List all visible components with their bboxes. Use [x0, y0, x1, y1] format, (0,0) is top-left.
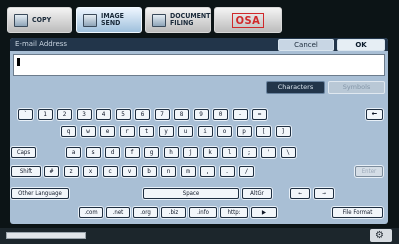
- key-u[interactable]: u: [178, 126, 193, 137]
- on-screen-keyboard: ` 1 2 3 4 5 6 7 8 9 0- = ← q w e r t y u i o p [] Caps a s d f g h j k l;…: [10, 38, 388, 224]
- key-i[interactable]: i: [197, 126, 213, 137]
- tab-osa-label: OSA: [231, 12, 265, 28]
- key-n[interactable]: n: [161, 166, 176, 177]
- more-domains-key[interactable]: ▶: [251, 207, 277, 218]
- key-0[interactable]: 0: [213, 109, 228, 120]
- key-p[interactable]: p: [236, 126, 252, 137]
- key-backslash[interactable]: \: [280, 147, 296, 158]
- key-g[interactable]: g: [144, 147, 159, 158]
- other-language-button[interactable]: Other Language: [11, 188, 69, 199]
- key-f[interactable]: f: [124, 147, 140, 158]
- key-quote[interactable]: ': [261, 147, 276, 158]
- email-address-panel: E-mail Address Cancel OK Characters Symb…: [10, 38, 388, 224]
- key-c[interactable]: c: [102, 166, 118, 177]
- key-backtick[interactable]: `: [18, 109, 33, 120]
- key-l[interactable]: l: [222, 147, 237, 158]
- tab-image-send-label: IMAGE SEND: [101, 12, 124, 27]
- file-format-button[interactable]: File Format: [332, 207, 383, 218]
- key-minus[interactable]: -: [232, 109, 248, 120]
- key-8[interactable]: 8: [174, 109, 189, 120]
- tab-copy[interactable]: COPY: [7, 7, 72, 33]
- http-key[interactable]: http:: [220, 207, 248, 218]
- tab-document-filing-label: DOCUMENT FILING: [170, 12, 211, 27]
- domain-info-key[interactable]: .info: [189, 207, 217, 218]
- key-v[interactable]: v: [122, 166, 137, 177]
- domain-net-key[interactable]: .net: [106, 207, 130, 218]
- key-slash[interactable]: /: [239, 166, 254, 177]
- key-w[interactable]: w: [80, 126, 96, 137]
- key-1[interactable]: 1: [37, 109, 53, 120]
- tab-copy-label: COPY: [32, 15, 52, 24]
- key-o[interactable]: o: [217, 126, 232, 137]
- key-q[interactable]: q: [61, 126, 76, 137]
- tab-document-filing[interactable]: DOCUMENT FILING: [145, 7, 211, 33]
- key-5[interactable]: 5: [115, 109, 131, 120]
- copy-icon: [14, 13, 28, 27]
- key-r[interactable]: r: [119, 126, 135, 137]
- job-status-bar: [6, 232, 86, 239]
- key-y[interactable]: y: [158, 126, 174, 137]
- key-period[interactable]: .: [219, 166, 235, 177]
- key-d[interactable]: d: [105, 147, 120, 158]
- key-s[interactable]: s: [85, 147, 101, 158]
- domain-com-key[interactable]: .com: [79, 207, 103, 218]
- key-6[interactable]: 6: [135, 109, 150, 120]
- gear-icon: ⚙: [375, 230, 384, 241]
- shift-key[interactable]: Shift: [11, 166, 41, 177]
- caps-lock-key[interactable]: Caps: [11, 147, 36, 158]
- key-h[interactable]: h: [163, 147, 179, 158]
- key-t[interactable]: t: [139, 126, 154, 137]
- domain-biz-key[interactable]: .biz: [161, 207, 186, 218]
- altgr-key[interactable]: AltGr: [242, 188, 272, 199]
- document-filing-icon: [152, 13, 166, 27]
- key-x[interactable]: x: [83, 166, 98, 177]
- key-hash[interactable]: #: [44, 166, 59, 177]
- key-7[interactable]: 7: [154, 109, 170, 120]
- tab-osa[interactable]: OSA: [214, 7, 282, 33]
- key-semicolon[interactable]: ;: [241, 147, 257, 158]
- key-open-bracket[interactable]: [: [256, 126, 271, 137]
- key-b[interactable]: b: [141, 166, 157, 177]
- backspace-arrow-icon[interactable]: ←: [366, 109, 383, 120]
- key-m[interactable]: m: [180, 166, 196, 177]
- key-9[interactable]: 9: [193, 109, 209, 120]
- key-k[interactable]: k: [202, 147, 218, 158]
- key-e[interactable]: e: [100, 126, 115, 137]
- cursor-left-key[interactable]: ←: [290, 188, 310, 199]
- enter-key[interactable]: Enter: [355, 166, 383, 177]
- key-z[interactable]: z: [63, 166, 79, 177]
- key-equals[interactable]: =: [252, 109, 267, 120]
- cursor-right-key[interactable]: →: [314, 188, 334, 199]
- key-comma[interactable]: ,: [200, 166, 215, 177]
- key-close-bracket[interactable]: ]: [275, 126, 291, 137]
- key-j[interactable]: j: [183, 147, 198, 158]
- key-4[interactable]: 4: [96, 109, 111, 120]
- key-a[interactable]: a: [66, 147, 81, 158]
- space-key[interactable]: Space: [143, 188, 239, 199]
- domain-org-key[interactable]: .org: [133, 207, 158, 218]
- key-3[interactable]: 3: [76, 109, 92, 120]
- image-send-icon: [83, 13, 97, 27]
- tab-image-send[interactable]: IMAGE SEND: [76, 7, 142, 33]
- key-2[interactable]: 2: [57, 109, 72, 120]
